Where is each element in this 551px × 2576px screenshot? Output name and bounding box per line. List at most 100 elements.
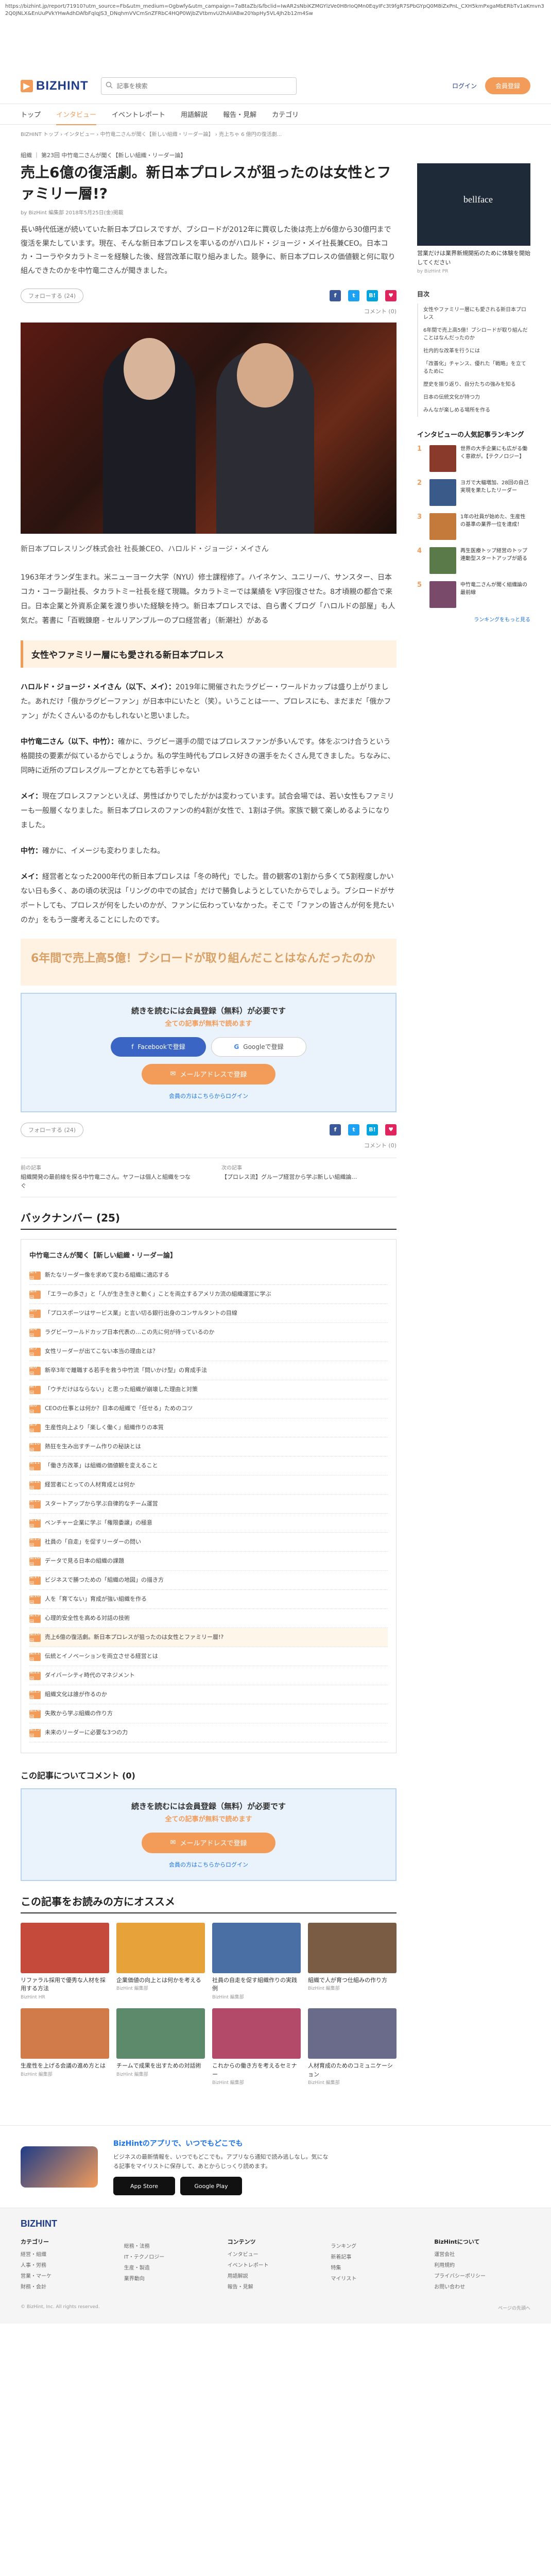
footer-link[interactable]: 利用規約 (434, 2261, 530, 2268)
toc-item[interactable]: 社内的な改革を行うには (417, 345, 530, 358)
breadcrumb[interactable]: BIZHINT トップ › インタビュー › 中竹竜二さんが聞く【新しい組織・リ… (0, 125, 551, 143)
site-logo[interactable]: ▶ BIZHINT (21, 79, 89, 93)
series-item[interactable]: 第6回 新卒3年で離職する若手を救う中竹流「問いかけ型」の育成手法 (29, 1361, 388, 1380)
footer-link[interactable]: プライバシーポリシー (434, 2272, 530, 2279)
series-item[interactable]: 第2回 「エラーの多さ」と「人が生き生きと動く」ことを両立するアメリカ流の組織運営… (29, 1285, 388, 1304)
series-item[interactable]: 第24回 失敗から学ぶ組織の作り方 (29, 1704, 388, 1723)
series-item[interactable]: 第25回 未来のリーダーに必要な3つの力 (29, 1723, 388, 1742)
ranking-more-link[interactable]: ランキングをもっと見る (417, 615, 530, 623)
recommend-card[interactable]: チームで成果を出すための対話術 BizHint 編集部 (116, 2008, 205, 2087)
recommend-card[interactable]: 企業価値の向上とは何かを考える BizHint 編集部 (116, 1922, 205, 2002)
mail-signup-button[interactable]: ✉ メールアドレスで登録 (142, 1832, 276, 1853)
url-bar[interactable]: https://bizhint.jp/report/71910?utm_sour… (0, 0, 551, 68)
follow-button[interactable]: フォローする (24) (21, 1122, 84, 1137)
sidebar-ad-text[interactable]: 営業だけは業界新規開拓のために体験を開始してください (417, 249, 530, 267)
series-item[interactable]: 第12回 経営者にとっての人材育成とは何か (29, 1476, 388, 1495)
recommend-card[interactable]: 組織で人が育つ仕組みの作り方 BizHint 編集部 (308, 1922, 397, 2002)
footer-link[interactable]: ランキング (331, 2242, 427, 2249)
series-item[interactable]: 第22回 ダイバーシティ時代のマネジメント (29, 1666, 388, 1685)
footer-link[interactable]: 新着記事 (331, 2252, 427, 2260)
footer-link[interactable]: 財務・会計 (21, 2282, 117, 2290)
series-item[interactable]: 第14回 ベンチャー企業に学ぶ「権限委譲」の極意 (29, 1514, 388, 1533)
series-item[interactable]: 第7回 「ウチだけはならない」と思った組織が崩壊した理由と対策 (29, 1380, 388, 1399)
footer-link[interactable]: マイリスト (331, 2274, 427, 2282)
recommend-card[interactable]: これからの働き方を考えるセミナー BizHint 編集部 (212, 2008, 301, 2087)
footer-link[interactable]: お問い合わせ (434, 2282, 530, 2290)
footer-link[interactable]: 業界動向 (124, 2274, 220, 2282)
comment-count-link[interactable]: コメント (0) (21, 307, 397, 315)
toc-item[interactable]: 歴史を振り返り、自分たちの強みを知る (417, 378, 530, 392)
recommend-card[interactable]: 生産性を上げる会議の進め方とは BizHint 編集部 (21, 2008, 109, 2087)
ranking-item[interactable]: 3 1年の社員が始めた、生産性の基準の業界一位を達成！ (417, 513, 530, 540)
twitter-icon[interactable]: t (348, 1124, 359, 1136)
series-item[interactable]: 第10回 熱狂を生み出すチーム作りの秘訣とは (29, 1437, 388, 1456)
footer-link[interactable]: IT・テクノロジー (124, 2252, 220, 2260)
comment-count-link[interactable]: コメント (0) (21, 1141, 397, 1149)
series-item[interactable]: 第4回 ラグビーワールドカップ日本代表の…この先に何が待っているのか (29, 1323, 388, 1342)
footer-link[interactable]: 営業・マーケ (21, 2272, 117, 2279)
series-item[interactable]: 第16回 データで見る日本の組織の課題 (29, 1552, 388, 1571)
footer-link[interactable]: インタビュー (228, 2250, 324, 2258)
follow-button[interactable]: フォローする (24) (21, 288, 84, 303)
series-item[interactable]: 第19回 心理的安全性を高める対話の技術 (29, 1609, 388, 1628)
series-item[interactable]: 第3回 「プロスポーツはサービス業」と言い切る銀行出身のコンサルタントの目線 (29, 1304, 388, 1323)
series-item[interactable]: 第17回 ビジネスで勝つための「組織の地図」の描き方 (29, 1571, 388, 1590)
appstore-button[interactable]: App Store (113, 2177, 175, 2196)
toc-item[interactable]: 6年間で売上高5億！ブシロードが取り組んだことはなんだったのか (417, 324, 530, 345)
googleplay-button[interactable]: Google Play (180, 2177, 242, 2196)
series-title[interactable]: 中竹竜二さんが聞く【新しい組織・リーダー論】 (29, 1250, 388, 1260)
ranking-item[interactable]: 1 世界の大手企業にも広がる働く意欲が。【テクノロジー】 (417, 445, 530, 472)
mail-signup-button[interactable]: ✉ メールアドレスで登録 (142, 1063, 276, 1084)
series-item[interactable]: 第5回 女性リーダーが出てこない本当の理由とは？ (29, 1342, 388, 1361)
ranking-item[interactable]: 5 中竹竜二さんが聞く組織論の最前線 (417, 581, 530, 608)
series-item[interactable]: 第13回 スタートアップから学ぶ自律的なチーム運営 (29, 1495, 388, 1514)
twitter-icon[interactable]: t (348, 290, 359, 301)
footer-link[interactable]: 特集 (331, 2263, 427, 2271)
article-tags[interactable]: 組織 ｜ 第23回 中竹竜二さんが聞く【新しい組織・リーダー論】 (21, 151, 397, 159)
ranking-item[interactable]: 4 再生医療トップ経営のトップ連動型スタートアップが語る (417, 547, 530, 574)
footer-logo[interactable]: BIZHINT (21, 2218, 530, 2229)
series-item[interactable]: 第11回 「働き方改革」は組織の価値観を変えること (29, 1456, 388, 1476)
recommend-card[interactable]: 人材育成のためのコミュニケーション BizHint 編集部 (308, 2008, 397, 2087)
footer-link[interactable]: 経営・組織 (21, 2250, 117, 2258)
series-item[interactable]: 第23回 組織文化は誰が作るのか (29, 1685, 388, 1704)
facebook-icon[interactable]: f (330, 1124, 341, 1136)
toc-item[interactable]: 「改善化」チャンス、優れた「戦略」を立てるために (417, 358, 530, 379)
series-item[interactable]: 第9回 生産性向上より「楽しく働く」組織作りの本質 (29, 1418, 388, 1437)
series-item[interactable]: 第21回 伝統とイノベーションを両立させる経営とは (29, 1647, 388, 1666)
series-item[interactable]: 第8回 CEOの仕事とは何か？日本の組織で「任せる」ためのコツ (29, 1399, 388, 1418)
facebook-icon[interactable]: f (330, 290, 341, 301)
register-button[interactable]: 会員登録 (485, 77, 530, 94)
bookmark-icon[interactable]: ♥ (385, 1124, 397, 1136)
bookmark-icon[interactable]: ♥ (385, 290, 397, 301)
footer-link[interactable]: 生産・製造 (124, 2263, 220, 2271)
nav-item-event[interactable]: イベントレポート (112, 109, 165, 119)
footer-link[interactable]: イベントレポート (228, 2261, 324, 2268)
series-item[interactable]: 第15回 社員の「自走」を促すリーダーの問い (29, 1533, 388, 1552)
footer-link[interactable]: 用語解説 (228, 2272, 324, 2279)
prev-article-link[interactable]: 前の記事 組織開発の最前線を探る中竹竜二さん。ヤフーは個人と組織をつなぐ (21, 1164, 196, 1191)
facebook-signup-button[interactable]: f Facebookで登録 (111, 1037, 206, 1057)
google-signup-button[interactable]: G Googleで登録 (211, 1037, 306, 1057)
search-input[interactable] (116, 82, 292, 90)
nav-item-report[interactable]: 報告・見解 (223, 109, 256, 119)
recommend-card[interactable]: 社員の自走を促す組織作りの実践例 BizHint 編集部 (212, 1922, 301, 2002)
login-link[interactable]: 会員の方はこちらからログイン (32, 1092, 385, 1100)
footer-link[interactable]: 運営会社 (434, 2250, 530, 2258)
ranking-item[interactable]: 2 ヨガで大幅増加、28回の自己実現を果たしたリーダー (417, 479, 530, 506)
hatena-icon[interactable]: B! (367, 290, 378, 301)
footer-link[interactable]: 総務・法務 (124, 2242, 220, 2249)
page-top-link[interactable]: ページの先頭へ (498, 2304, 530, 2311)
login-link[interactable]: 会員の方はこちらからログイン (32, 1860, 385, 1869)
nav-item-glossary[interactable]: 用語解説 (181, 109, 208, 119)
nav-item-interview[interactable]: インタビュー (56, 109, 97, 125)
toc-item[interactable]: みんなが楽しめる場所を作る (417, 404, 530, 417)
search-box[interactable] (100, 77, 297, 95)
footer-link[interactable]: 報告・見解 (228, 2282, 324, 2290)
nav-item-category[interactable]: カテゴリ (272, 109, 299, 119)
series-item[interactable]: 第20回 売上6億の復活劇。新日本プロレスが狙ったのは女性とファミリー層!? (29, 1628, 388, 1647)
next-article-link[interactable]: 次の記事 【プロレス流】グループ経営から学ぶ新しい組織論… (221, 1164, 397, 1191)
toc-item[interactable]: 日本の伝統文化が持つ力 (417, 391, 530, 404)
footer-link[interactable]: 人事・労務 (21, 2261, 117, 2268)
series-item[interactable]: 第18回 人を「育てない」育成が強い組織を作る (29, 1590, 388, 1609)
